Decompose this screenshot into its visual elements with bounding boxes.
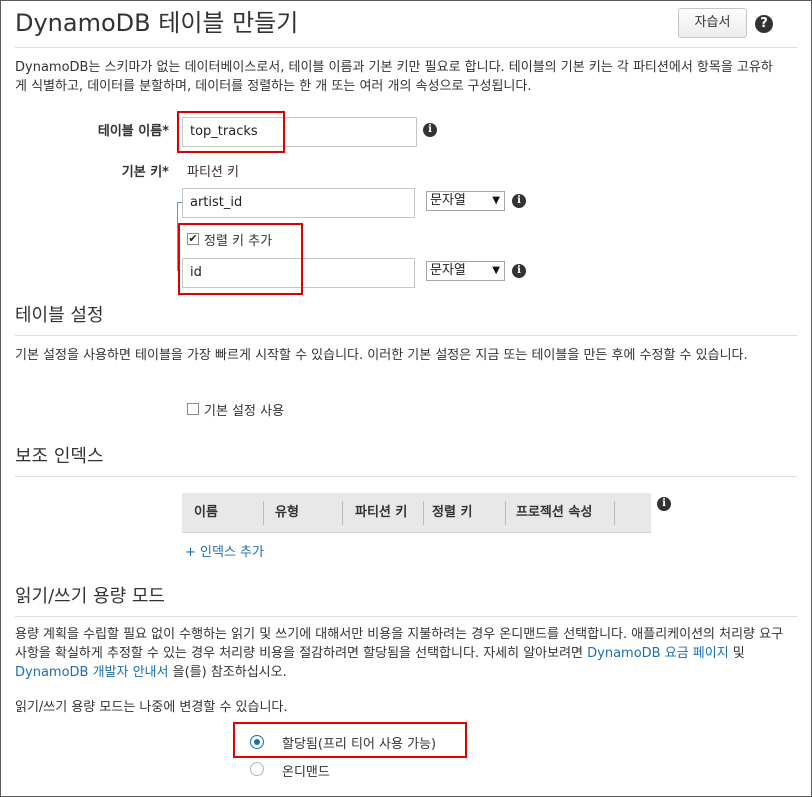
chevron-down-icon: ▼ [492, 195, 500, 206]
index-table-header: 이름 유형 파티션 키 정렬 키 프로젝션 속성 [182, 493, 651, 533]
sort-key-highlight [178, 223, 303, 295]
column-separator [263, 501, 264, 525]
developer-guide-link[interactable]: DynamoDB 개발자 안내서 [15, 665, 168, 680]
capacity-desc-tail: 을(를) 참조하십시오. [168, 665, 287, 680]
table-settings-divider [15, 335, 797, 336]
page-frame: DynamoDB 테이블 만들기 자습서 ? DynamoDB는 스키마가 없는… [0, 0, 812, 797]
secondary-indexes-divider [15, 476, 797, 477]
secondary-indexes-title: 보조 인덱스 [15, 446, 104, 467]
capacity-mode-title: 읽기/쓰기 용량 모드 [15, 586, 165, 607]
partition-key-type-select[interactable]: 문자열 ▼ [426, 191, 505, 211]
sort-key-type-select[interactable]: 문자열 ▼ [426, 261, 505, 281]
sort-key-type-value: 문자열 [430, 263, 466, 278]
column-separator [505, 501, 506, 525]
capacity-change-note: 읽기/쓰기 용량 모드는 나중에 변경할 수 있습니다. [15, 700, 288, 715]
table-settings-title: 테이블 설정 [15, 305, 104, 326]
capacity-mode-divider [15, 616, 797, 617]
table-name-label: 테이블 이름* [97, 124, 169, 139]
column-separator [342, 501, 343, 525]
column-header-partition-key[interactable]: 파티션 키 [355, 493, 407, 533]
column-separator [614, 501, 615, 525]
page-title: DynamoDB 테이블 만들기 [15, 9, 299, 37]
table-name-highlight [177, 111, 285, 153]
on-demand-radio[interactable] [250, 762, 264, 776]
capacity-mode-description: 용량 계획을 수립할 필요 없이 수행하는 읽기 및 쓰기에 대해서만 비용을 … [15, 625, 785, 682]
secondary-index-info-icon[interactable]: i [657, 497, 671, 511]
table-settings-description: 기본 설정을 사용하면 테이블을 가장 빠르게 시작할 수 있습니다. 이러한 … [15, 348, 748, 363]
partition-key-type-value: 문자열 [430, 193, 466, 208]
column-header-sort-key[interactable]: 정렬 키 [432, 493, 472, 533]
primary-key-label: 기본 키* [121, 165, 169, 180]
partition-key-label: 파티션 키 [187, 165, 239, 180]
intro-text: DynamoDB는 스키마가 없는 데이터베이스로서, 테이블 이름과 기본 키… [15, 60, 773, 94]
add-index-link[interactable]: + 인덱스 추가 [185, 541, 264, 560]
pricing-page-link[interactable]: DynamoDB 요금 페이지 [587, 646, 729, 661]
sort-key-info-icon[interactable]: i [512, 264, 526, 278]
partition-key-info-icon[interactable]: i [512, 194, 526, 208]
help-question-icon[interactable]: ? [755, 15, 773, 33]
header-divider [15, 47, 797, 48]
column-header-name[interactable]: 이름 [194, 493, 218, 533]
on-demand-option-label: 온디맨드 [282, 765, 330, 780]
tutorial-button[interactable]: 자습서 [678, 8, 747, 38]
column-header-projection[interactable]: 프로젝션 속성 [516, 493, 592, 533]
table-name-info-icon[interactable]: i [423, 123, 437, 137]
partition-key-input[interactable]: artist_id [182, 188, 415, 218]
chevron-down-icon: ▼ [492, 265, 500, 276]
use-default-settings-label: 기본 설정 사용 [204, 404, 285, 419]
provisioned-highlight [233, 722, 467, 758]
column-header-type[interactable]: 유형 [275, 493, 299, 533]
column-separator [423, 501, 424, 525]
capacity-desc-and: 및 [728, 646, 745, 661]
use-default-settings-checkbox[interactable] [187, 403, 199, 415]
